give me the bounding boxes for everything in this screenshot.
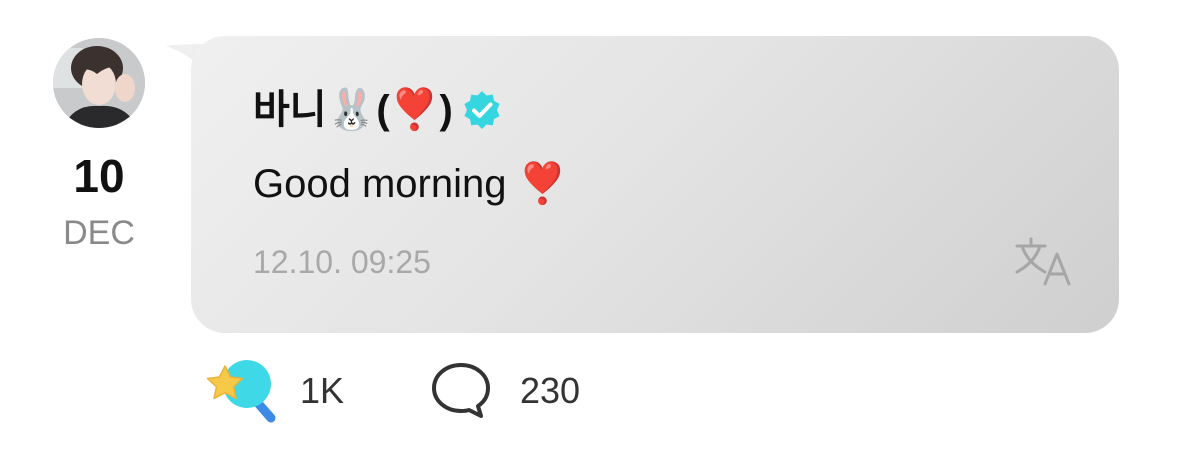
author-row: 바니🐰(❣️): [253, 82, 503, 138]
author-name[interactable]: 바니🐰(❣️): [253, 82, 453, 138]
comment-count: 230: [520, 370, 581, 411]
timestamp: 12.10. 09:25: [253, 244, 431, 280]
speech-bubble-icon[interactable]: [428, 360, 494, 420]
avatar[interactable]: [53, 38, 145, 128]
translate-icon[interactable]: [1013, 236, 1075, 288]
date-day: 10: [73, 150, 125, 202]
verified-badge-icon: [461, 89, 503, 131]
post-card: 10 DEC 바니🐰(❣️) Good morning ❣️ 12.10. 09…: [0, 0, 1179, 455]
date-month: DEC: [63, 214, 135, 252]
message-bubble[interactable]: 바니🐰(❣️) Good morning ❣️ 12.10. 09:25: [191, 36, 1119, 333]
reaction-count: 1K: [300, 370, 345, 411]
message-text: Good morning ❣️: [253, 162, 568, 206]
star-lollipop-icon[interactable]: [205, 356, 281, 426]
